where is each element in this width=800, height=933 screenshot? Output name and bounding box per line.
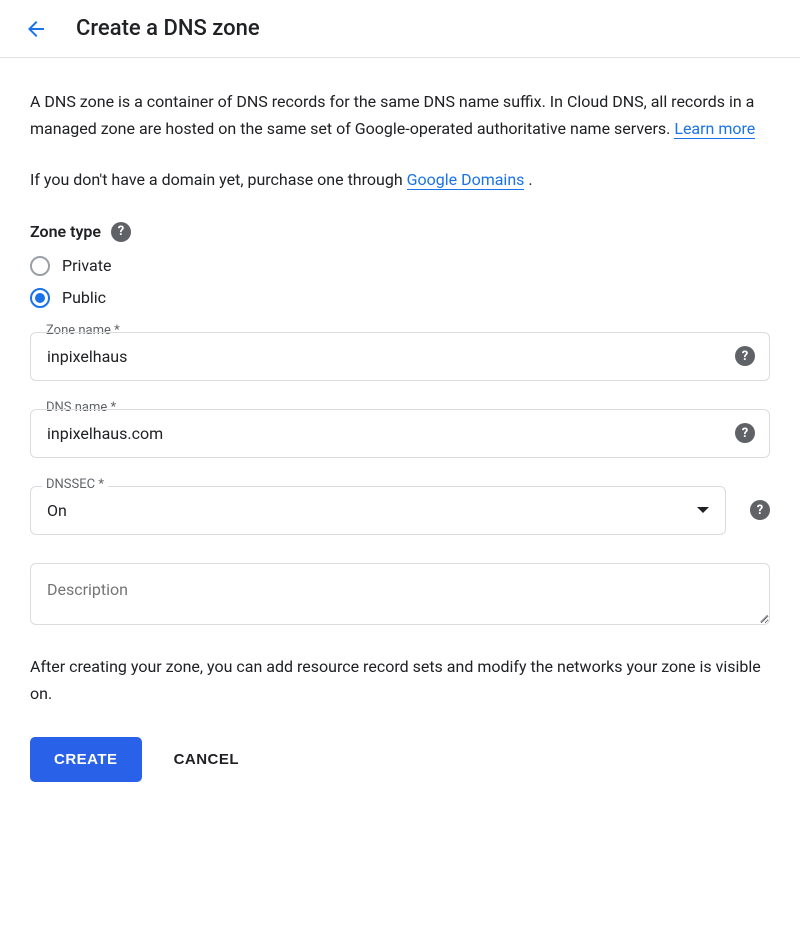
dnssec-value: On bbox=[47, 501, 67, 520]
button-row: CREATE CANCEL bbox=[30, 737, 770, 812]
zone-name-field[interactable]: ? bbox=[30, 332, 770, 381]
radio-private-label: Private bbox=[62, 256, 111, 275]
help-icon[interactable]: ? bbox=[111, 222, 131, 242]
resize-handle-icon bbox=[755, 610, 767, 622]
dnssec-label: DNSSEC * bbox=[42, 477, 108, 492]
dnssec-select[interactable]: On bbox=[30, 486, 726, 535]
zone-type-label: Zone type bbox=[30, 222, 101, 241]
radio-private[interactable]: Private bbox=[30, 256, 770, 276]
create-button[interactable]: CREATE bbox=[30, 737, 142, 782]
radio-public[interactable]: Public bbox=[30, 288, 770, 308]
intro-text-body: A DNS zone is a container of DNS records… bbox=[30, 92, 754, 138]
form-content: A DNS zone is a container of DNS records… bbox=[0, 58, 800, 812]
arrow-left-icon bbox=[24, 17, 48, 41]
zone-name-field-wrapper: Zone name * ? bbox=[30, 332, 770, 381]
back-button[interactable] bbox=[24, 17, 48, 41]
help-icon[interactable]: ? bbox=[735, 346, 755, 366]
dns-name-field-wrapper: DNS name * ? bbox=[30, 409, 770, 458]
help-icon[interactable]: ? bbox=[735, 423, 755, 443]
dns-name-input[interactable] bbox=[47, 424, 719, 443]
google-domains-link[interactable]: Google Domains bbox=[407, 170, 525, 190]
after-note: After creating your zone, you can add re… bbox=[30, 653, 770, 707]
zone-type-radio-group: Private Public bbox=[30, 256, 770, 308]
page-header: Create a DNS zone bbox=[0, 0, 800, 58]
radio-dot-icon bbox=[35, 293, 45, 303]
help-icon[interactable]: ? bbox=[750, 500, 770, 520]
radio-public-label: Public bbox=[62, 288, 106, 307]
cancel-button[interactable]: CANCEL bbox=[166, 737, 248, 782]
dns-name-field[interactable]: ? bbox=[30, 409, 770, 458]
radio-circle-selected-icon bbox=[30, 288, 50, 308]
domain-note-before: If you don't have a domain yet, purchase… bbox=[30, 170, 407, 189]
domain-note-after: . bbox=[524, 170, 532, 189]
description-placeholder: Description bbox=[47, 580, 128, 599]
description-textarea[interactable]: Description bbox=[30, 563, 770, 625]
domain-note: If you don't have a domain yet, purchase… bbox=[30, 166, 770, 193]
chevron-down-icon bbox=[697, 507, 709, 513]
dnssec-field-wrapper: DNSSEC * On bbox=[30, 486, 726, 535]
radio-circle-icon bbox=[30, 256, 50, 276]
zone-name-input[interactable] bbox=[47, 347, 719, 366]
learn-more-link[interactable]: Learn more bbox=[674, 119, 755, 139]
page-title: Create a DNS zone bbox=[76, 16, 260, 41]
dnssec-row: DNSSEC * On ? bbox=[30, 486, 770, 535]
intro-text: A DNS zone is a container of DNS records… bbox=[30, 88, 770, 142]
zone-type-heading: Zone type ? bbox=[30, 222, 770, 242]
